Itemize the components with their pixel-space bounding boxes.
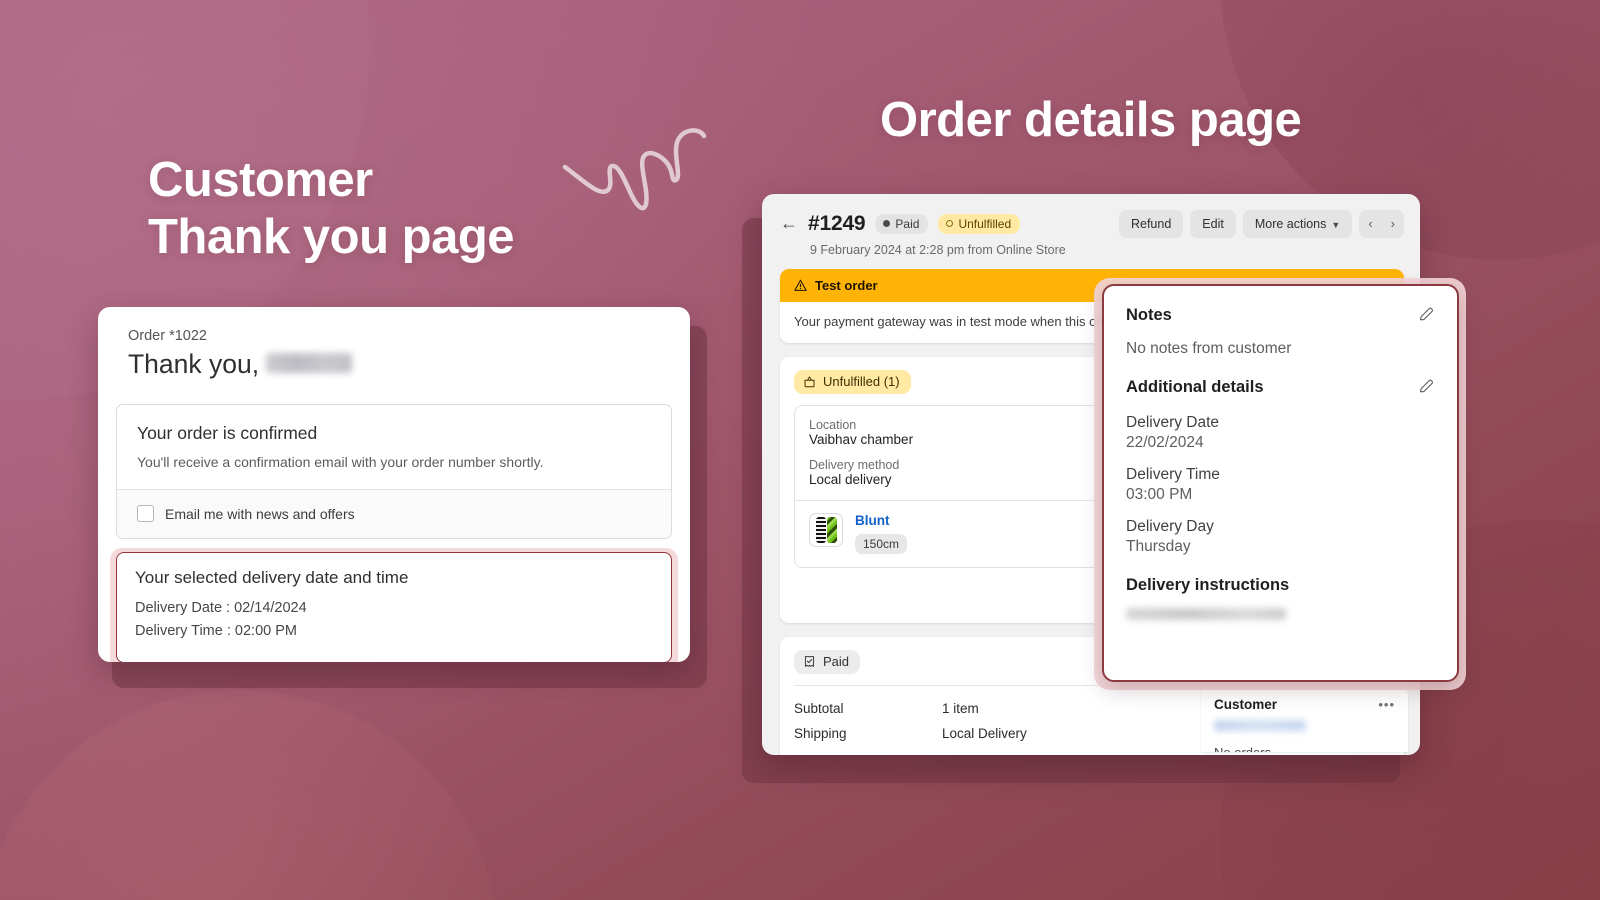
test-order-title: Test order bbox=[815, 278, 878, 293]
subtotal-label: Subtotal bbox=[794, 701, 844, 716]
more-actions-label: More actions bbox=[1254, 217, 1327, 231]
customer-card-title: Customer bbox=[1214, 697, 1278, 712]
package-icon bbox=[804, 376, 815, 388]
order-header-actions: Refund Edit More actions ▼ ‹ › bbox=[1118, 210, 1404, 238]
unfulfilled-ring-icon bbox=[946, 220, 954, 227]
prev-order-button[interactable]: ‹ bbox=[1359, 210, 1381, 238]
selected-delivery-date: Delivery Date : 02/14/2024 bbox=[135, 600, 307, 616]
snowboard-stripe-left bbox=[816, 517, 826, 543]
selected-delivery-title: Your selected delivery date and time bbox=[135, 568, 409, 587]
customer-card: Customer ••• No orders bbox=[1201, 686, 1408, 752]
selected-delivery-card: Your selected delivery date and time Del… bbox=[116, 552, 672, 662]
delivery-time-value: 03:00 PM bbox=[1126, 486, 1193, 503]
shipping-label: Shipping bbox=[794, 726, 847, 741]
additional-details-title: Additional details bbox=[1126, 378, 1264, 396]
scribble-decoration-icon bbox=[562, 128, 707, 211]
notes-empty-text: No notes from customer bbox=[1126, 340, 1292, 357]
receipt-check-icon bbox=[804, 656, 815, 667]
thank-you-page-card: Order *1022 Thank you, Your order is con… bbox=[98, 307, 690, 662]
chevron-down-icon: ▼ bbox=[1331, 220, 1341, 230]
warning-triangle-icon bbox=[794, 279, 807, 291]
more-actions-button[interactable]: More actions ▼ bbox=[1242, 210, 1353, 238]
notes-panel: Notes No notes from customer Additional … bbox=[1102, 284, 1459, 682]
fulfillment-status-pill: Unfulfilled (1) bbox=[794, 370, 911, 394]
heading-line-1: Customer bbox=[148, 153, 373, 207]
order-number-title: #1249 bbox=[808, 212, 866, 235]
decorative-blob-bottom-left bbox=[0, 690, 500, 900]
notes-header: Notes bbox=[1126, 306, 1435, 328]
refund-button[interactable]: Refund bbox=[1118, 210, 1184, 238]
delivery-instructions-redacted bbox=[1126, 608, 1286, 620]
selected-delivery-time: Delivery Time : 02:00 PM bbox=[135, 623, 297, 640]
email-opt-in-checkbox[interactable] bbox=[137, 505, 154, 522]
edit-button[interactable]: Edit bbox=[1190, 210, 1236, 238]
pencil-icon[interactable] bbox=[1418, 306, 1435, 328]
order-confirmed-subtitle: You'll receive a confirmation email with… bbox=[137, 454, 544, 470]
delivery-day-value: Thursday bbox=[1126, 538, 1191, 555]
snowboard-stripe-right bbox=[827, 517, 837, 543]
order-number-label: Order *1022 bbox=[128, 328, 207, 344]
left-section-heading: Customer Thank you page bbox=[148, 152, 515, 267]
paid-dot-icon bbox=[883, 220, 891, 227]
poster-canvas: Customer Thank you page Order details pa… bbox=[0, 0, 1600, 900]
customer-orders-count: No orders bbox=[1214, 745, 1395, 752]
thank-you-text: Thank you, bbox=[128, 349, 260, 379]
notes-spacer bbox=[1126, 358, 1435, 378]
notes-title: Notes bbox=[1126, 306, 1172, 324]
order-confirmed-title: Your order is confirmed bbox=[137, 423, 318, 443]
order-header: ← #1249 Paid Unfulfilled Refund Edit Mor… bbox=[762, 194, 1420, 269]
email-opt-in-label[interactable]: Email me with news and offers bbox=[165, 506, 355, 522]
additional-details-header: Additional details bbox=[1126, 378, 1435, 400]
delivery-day-label: Delivery Day bbox=[1126, 518, 1214, 535]
fulfillment-status-label: Unfulfilled (1) bbox=[823, 374, 900, 389]
status-badge-unfulfilled-label: Unfulfilled bbox=[958, 216, 1012, 231]
payment-status-pill: Paid bbox=[794, 650, 861, 674]
delivery-time-label: Delivery Time bbox=[1126, 466, 1220, 483]
line-item-variant-badge: 150cm bbox=[855, 534, 908, 554]
product-thumbnail bbox=[809, 513, 843, 547]
order-confirmed-card: Your order is confirmed You'll receive a… bbox=[116, 404, 672, 539]
back-arrow-icon[interactable]: ← bbox=[780, 214, 798, 234]
order-timestamp: 9 February 2024 at 2:28 pm from Online S… bbox=[810, 243, 1066, 257]
instructions-spacer bbox=[1126, 556, 1435, 576]
next-order-button[interactable]: › bbox=[1382, 210, 1404, 238]
pencil-icon[interactable] bbox=[1418, 378, 1435, 400]
heading-line-2: Thank you page bbox=[148, 210, 515, 265]
status-badge-paid-label: Paid bbox=[895, 216, 920, 231]
customer-name-redacted bbox=[266, 353, 353, 373]
status-badge-unfulfilled: Unfulfilled bbox=[938, 214, 1021, 234]
delivery-highlight-wrapper: Your selected delivery date and time Del… bbox=[110, 548, 678, 662]
delivery-instructions-title: Delivery instructions bbox=[1126, 576, 1290, 594]
order-nav-group: ‹ › bbox=[1359, 210, 1404, 238]
payment-status-label: Paid bbox=[823, 654, 850, 669]
delivery-date-value: 22/02/2024 bbox=[1126, 434, 1204, 451]
right-section-heading: Order details page bbox=[880, 93, 1302, 147]
overflow-menu-icon[interactable]: ••• bbox=[1378, 698, 1395, 711]
customer-name-redacted bbox=[1214, 720, 1306, 731]
thank-you-greeting: Thank you, bbox=[112, 349, 676, 404]
status-badge-paid: Paid bbox=[875, 214, 929, 234]
delivery-date-label: Delivery Date bbox=[1126, 414, 1220, 431]
